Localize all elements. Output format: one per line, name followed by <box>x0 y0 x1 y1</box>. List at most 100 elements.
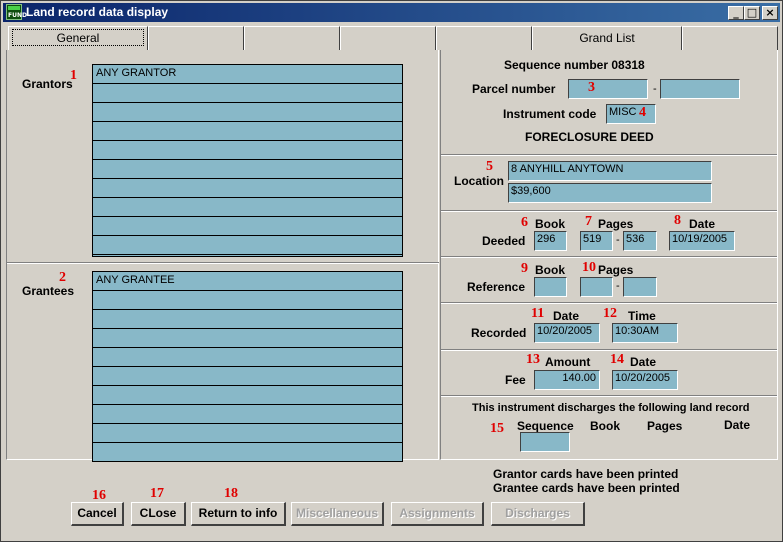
grantee-status-text: Grantee cards have been printed <box>493 481 680 495</box>
cancel-button[interactable]: Cancel <box>71 502 124 526</box>
parcel-number-field-2[interactable] <box>660 79 740 99</box>
deeded-book-marker: 6 <box>521 215 528 230</box>
reference-page-from-field[interactable] <box>580 277 613 297</box>
grantee-row[interactable] <box>93 424 402 443</box>
grantee-row[interactable] <box>93 291 402 310</box>
miscellaneous-button[interactable]: Miscellaneous <box>291 502 384 526</box>
fee-amount-header: Amount <box>545 355 591 369</box>
location-value-field[interactable]: $39,600 <box>508 183 712 203</box>
grantors-label: Grantors <box>22 77 73 91</box>
grantor-row[interactable] <box>93 122 402 141</box>
grantee-row[interactable] <box>93 329 402 348</box>
close-window-button[interactable]: × <box>762 6 778 20</box>
grantor-row[interactable] <box>93 179 402 198</box>
reference-book-marker: 9 <box>521 261 528 276</box>
tab-3[interactable] <box>244 26 340 50</box>
land-record-window: FUND Land record data display _ □ × Gene… <box>0 0 783 542</box>
close-button[interactable]: CLose <box>131 502 186 526</box>
reference-pages-dash: - <box>616 280 620 292</box>
grantor-row[interactable] <box>93 84 402 103</box>
instrument-marker: 4 <box>639 105 646 120</box>
return-marker: 18 <box>224 486 238 501</box>
discharges-marker: 15 <box>490 421 504 436</box>
return-to-info-button[interactable]: Return to info <box>191 502 286 526</box>
grantor-row[interactable] <box>93 198 402 217</box>
grantees-list[interactable]: ANY GRANTEE <box>92 271 403 462</box>
divider-6 <box>441 395 777 397</box>
parcel-number-field-1[interactable] <box>568 79 648 99</box>
tab-grand-list[interactable]: Grand List <box>532 26 682 50</box>
tab-general[interactable]: General <box>8 26 148 50</box>
grantor-row[interactable] <box>93 236 402 255</box>
parcel-label: Parcel number <box>472 82 556 96</box>
minimize-icon: _ <box>733 6 739 19</box>
grantee-row[interactable]: ANY GRANTEE <box>93 272 402 291</box>
recorded-label: Recorded <box>471 326 527 340</box>
close-icon: × <box>765 6 775 19</box>
grantee-row[interactable] <box>93 310 402 329</box>
recorded-time-field[interactable]: 10:30AM <box>612 323 678 343</box>
instrument-description: FORECLOSURE DEED <box>525 130 654 144</box>
location-address-field[interactable]: 8 ANYHILL ANYTOWN <box>508 161 712 181</box>
maximize-button[interactable]: □ <box>744 6 760 20</box>
discharges-sequence-header: Sequence <box>517 419 574 433</box>
recorded-time-header: Time <box>628 309 656 323</box>
reference-label: Reference <box>467 280 526 294</box>
discharges-book-header: Book <box>590 419 620 433</box>
deeded-book-field[interactable]: 296 <box>534 231 567 251</box>
deeded-date-marker: 8 <box>674 213 681 228</box>
deeded-page-to-field[interactable]: 536 <box>623 231 657 251</box>
assignments-button[interactable]: Assignments <box>391 502 484 526</box>
recorded-date-header: Date <box>553 309 580 323</box>
grantor-row[interactable] <box>93 141 402 160</box>
sequence-number: Sequence number 08318 <box>504 58 645 72</box>
discharges-sequence-field[interactable] <box>520 432 570 452</box>
grantor-row[interactable] <box>93 103 402 122</box>
reference-book-field[interactable] <box>534 277 567 297</box>
app-icon: FUND <box>6 4 27 20</box>
instrument-code-field[interactable]: MISC <box>606 104 656 124</box>
tab-4[interactable] <box>340 26 436 50</box>
reference-pages-marker: 10 <box>582 260 596 275</box>
deeded-pages-dash: - <box>616 234 620 246</box>
fee-date-marker: 14 <box>610 352 624 367</box>
minimize-button[interactable]: _ <box>728 6 744 20</box>
fee-amount-field[interactable]: 140.00 <box>534 370 600 390</box>
grantor-row[interactable] <box>93 160 402 179</box>
discharges-date-header: Date <box>724 418 751 432</box>
divider-3 <box>441 256 777 258</box>
grantors-list[interactable]: ANY GRANTOR <box>92 64 403 274</box>
discharges-button[interactable]: Discharges <box>491 502 585 526</box>
recorded-date-marker: 11 <box>531 306 545 321</box>
grantee-row[interactable] <box>93 348 402 367</box>
grantee-row[interactable] <box>93 405 402 424</box>
discharges-text: This instrument discharges the following… <box>472 402 750 414</box>
deeded-date-field[interactable]: 10/19/2005 <box>669 231 735 251</box>
deeded-pages-header: Pages <box>598 217 634 231</box>
grantees-label: Grantees <box>22 284 75 298</box>
grantor-row[interactable] <box>93 217 402 236</box>
tab-2[interactable] <box>148 26 244 50</box>
reference-book-header: Book <box>535 263 565 277</box>
fee-label: Fee <box>505 373 526 387</box>
window-title: Land record data display <box>26 5 169 19</box>
tab-5[interactable] <box>436 26 532 50</box>
divider-2 <box>441 210 777 212</box>
recorded-date-field[interactable]: 10/20/2005 <box>534 323 600 343</box>
fee-date-field[interactable]: 10/20/2005 <box>612 370 678 390</box>
deeded-book-header: Book <box>535 217 565 231</box>
deeded-page-from-field[interactable]: 519 <box>580 231 613 251</box>
grantee-row[interactable] <box>93 367 402 386</box>
grantee-row[interactable] <box>93 386 402 405</box>
fee-amount-marker: 13 <box>526 352 540 367</box>
location-label: Location <box>454 174 504 188</box>
tab-7[interactable] <box>682 26 778 50</box>
reference-page-to-field[interactable] <box>623 277 657 297</box>
grantee-row[interactable] <box>93 443 402 462</box>
discharges-pages-header: Pages <box>647 419 683 433</box>
title-bar[interactable]: FUND Land record data display _ □ × <box>3 3 780 22</box>
grantor-row[interactable]: ANY GRANTOR <box>93 65 402 84</box>
close-marker: 17 <box>150 486 164 501</box>
recorded-time-marker: 12 <box>603 306 617 321</box>
deeded-pages-marker: 7 <box>585 214 592 229</box>
